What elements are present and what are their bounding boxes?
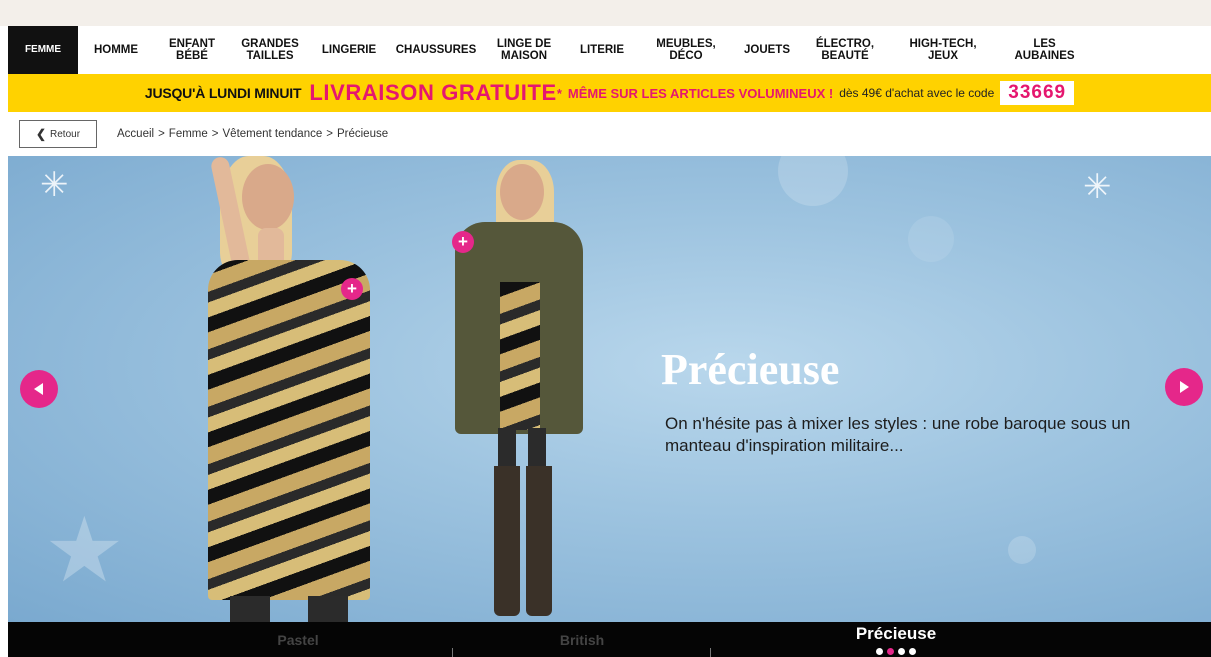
- bokeh-light: [908, 216, 954, 262]
- promo-banner[interactable]: JUSQU'À LUNDI MINUIT LIVRAISON GRATUITE *…: [8, 74, 1211, 112]
- nav-item-chaussures[interactable]: CHAUSSURES: [388, 26, 484, 74]
- baroque-dress: [500, 282, 540, 430]
- carousel-tab-british[interactable]: British: [453, 622, 711, 657]
- back-button[interactable]: ❮ Retour: [19, 120, 97, 148]
- promo-headline: LIVRAISON GRATUITE: [309, 80, 557, 105]
- hero-title: Précieuse: [661, 345, 840, 394]
- hero-description: On n'hésite pas à mixer les styles : une…: [665, 414, 1131, 455]
- nav-item-meubles-deco[interactable]: MEUBLES, DÉCO: [640, 26, 732, 74]
- promo-asterisk: *: [556, 85, 562, 101]
- nav-item-jouets[interactable]: JOUETS: [732, 26, 802, 74]
- back-button-label: Retour: [50, 128, 81, 140]
- carousel-tab-label: British: [559, 632, 605, 648]
- carousel-pagination-dots: [876, 648, 916, 655]
- pagination-dot[interactable]: [876, 648, 883, 655]
- promo-code: 33669: [1000, 81, 1075, 105]
- face: [242, 164, 294, 230]
- breadcrumb-item-current: Précieuse: [336, 128, 389, 140]
- breadcrumb-item-vetement-tendance[interactable]: Vêtement tendance: [223, 128, 323, 140]
- chevron-left-icon: ❮: [35, 127, 47, 141]
- carousel-tab-precieuse[interactable]: Précieuse: [711, 622, 1081, 657]
- breadcrumb-item-accueil[interactable]: Accueil: [117, 128, 154, 140]
- nav-item-lingerie[interactable]: LINGERIE: [310, 26, 388, 74]
- model-photo-military-coat: [438, 156, 608, 622]
- carousel-tab-label: Pastel: [277, 632, 319, 648]
- nav-item-homme[interactable]: HOMME: [78, 26, 154, 74]
- carousel-tabs: Pastel British Précieuse: [8, 622, 1211, 657]
- hero-slide: ✳ ✳ ★ + + Précieuse On n'hésite pas à mi…: [8, 156, 1211, 622]
- face: [500, 164, 544, 220]
- sparkle-icon: ✳: [1083, 168, 1112, 206]
- promo-condition: dès 49€ d'achat avec le code: [839, 86, 995, 100]
- product-hotspot-plus-icon[interactable]: +: [341, 278, 363, 300]
- breadcrumb: Accueil > Femme > Vêtement tendance > Pr…: [117, 128, 388, 140]
- nav-item-literie[interactable]: LITERIE: [564, 26, 640, 74]
- nav-item-linge-de-maison[interactable]: LINGE DE MAISON: [484, 26, 564, 74]
- bokeh-light: [778, 156, 848, 206]
- nav-item-femme[interactable]: FEMME: [8, 26, 78, 74]
- promo-subline: MÊME SUR LES ARTICLES VOLUMINEUX !: [567, 85, 834, 101]
- arrow-left-icon: [34, 383, 43, 395]
- nav-item-enfant-bebe[interactable]: ENFANT BÉBÉ: [154, 26, 230, 74]
- nav-item-electro-beaute[interactable]: ÉLECTRO, BEAUTÉ: [802, 26, 888, 74]
- breadcrumb-separator: >: [211, 128, 219, 140]
- carousel-tab-label: Précieuse: [855, 624, 937, 643]
- breadcrumb-separator: >: [326, 128, 333, 140]
- breadcrumb-item-femme[interactable]: Femme: [169, 128, 208, 140]
- pagination-dot[interactable]: [909, 648, 916, 655]
- product-hotspot-plus-icon[interactable]: +: [452, 231, 474, 253]
- main-nav: FEMME HOMME ENFANT BÉBÉ GRANDES TAILLES …: [8, 26, 1211, 74]
- pagination-dot[interactable]: [898, 648, 905, 655]
- sequin-dress: [208, 260, 370, 600]
- carousel-prev-button[interactable]: [20, 370, 58, 408]
- carousel-next-button[interactable]: [1165, 368, 1203, 406]
- nav-item-les-aubaines[interactable]: LES AUBAINES: [998, 26, 1091, 74]
- breadcrumb-separator: >: [158, 128, 165, 140]
- carousel-tab-pastel[interactable]: Pastel: [143, 622, 453, 657]
- arrow-right-icon: [1180, 381, 1189, 393]
- pagination-dot-active[interactable]: [887, 648, 894, 655]
- nav-item-grandes-tailles[interactable]: GRANDES TAILLES: [230, 26, 310, 74]
- nav-item-high-tech-jeux[interactable]: HIGH-TECH, JEUX: [888, 26, 998, 74]
- bokeh-light: [1008, 536, 1036, 564]
- breadcrumb-bar: ❮ Retour Accueil > Femme > Vêtement tend…: [8, 112, 1211, 156]
- top-strip: [0, 0, 1211, 26]
- model-photo-sequin-dress: [8, 156, 428, 622]
- promo-deadline: JUSQU'À LUNDI MINUIT: [144, 85, 302, 101]
